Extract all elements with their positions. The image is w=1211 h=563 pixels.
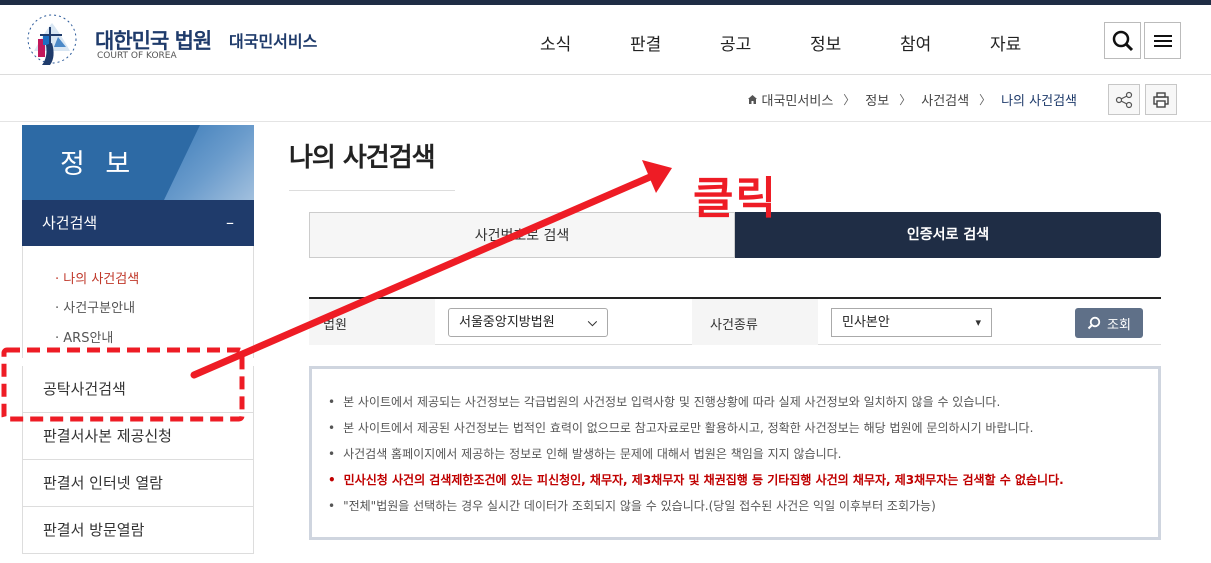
annotation-arrow-icon <box>642 160 672 193</box>
notice-item: • 본 사이트에서 제공되는 사건정보는 각급법원의 사건정보 입력사항 및 진행… <box>328 395 1001 409</box>
click-annotation-label: 클릭 <box>693 173 778 224</box>
submenu-my-case-search[interactable]: · 나의 사건검색 <box>55 268 139 287</box>
sidebar-submenu: · 나의 사건검색 · 사건구분안내 · ARS안내 <box>22 246 254 358</box>
breadcrumb-info[interactable]: 정보 <box>865 90 889 109</box>
chevron-right-icon: 〉 <box>979 93 992 107</box>
court-english-name: COURT OF KOREA <box>97 51 177 61</box>
print-icon <box>1153 91 1169 108</box>
notice-item: • "전체"법원을 선택하는 경우 실시간 데이터가 조회되지 않을 수 있습니다… <box>328 499 936 513</box>
tab-certificate-search[interactable]: 인증서로 검색 <box>735 212 1161 258</box>
inquiry-button[interactable]: 조회 <box>1075 308 1143 338</box>
notice-item: • 사건검색 홈페이지에서 제공하는 정보로 인해 발생하는 문제에 대해서 법원… <box>328 447 842 461</box>
submenu-ars-guide[interactable]: · ARS안내 <box>55 327 113 346</box>
nav-participation[interactable]: 참여 <box>900 30 931 55</box>
sidebar-item-judgment-online-view[interactable]: 판결서 인터넷 열람 <box>22 460 254 507</box>
notice-item: • 본 사이트에서 제공된 사건정보는 법적인 효력이 없으므로 참고자료로만 활… <box>328 421 1034 435</box>
court-label: 법원 <box>323 318 347 333</box>
annotation-arrow-shaft <box>190 173 654 379</box>
breadcrumb-service[interactable]: 대국민서비스 <box>762 90 834 109</box>
location-bar: 대국민서비스 〉 정보 〉 사건검색 〉 나의 사건검색 <box>0 76 1211 122</box>
page-title: 나의 사건검색 <box>289 143 436 173</box>
service-name[interactable]: 대국민서비스 <box>229 28 317 52</box>
tab-case-number-search[interactable]: 사건번호로 검색 <box>309 212 735 258</box>
share-button[interactable] <box>1108 84 1140 115</box>
sidebar-header-decoration <box>164 125 254 200</box>
search-form: 법원 서울중앙지방법원 ⌵ 사건종류 민사본안 ▾ 조회 <box>309 297 1161 345</box>
court-select-value: 서울중앙지방법원 <box>459 315 555 330</box>
sidebar-header: 정 보 <box>22 125 254 200</box>
print-button[interactable] <box>1145 84 1177 115</box>
case-type-label: 사건종류 <box>710 318 758 333</box>
search-button[interactable] <box>1104 22 1141 59</box>
sidebar-item-judgment-copy-request[interactable]: 판결서사본 제공신청 <box>22 413 254 460</box>
search-icon <box>1087 316 1101 330</box>
case-type-select[interactable]: 민사본안 ▾ <box>831 308 992 337</box>
title-underline <box>289 190 455 191</box>
nav-resources[interactable]: 자료 <box>990 30 1021 55</box>
dropdown-arrow-icon: ▾ <box>975 316 981 329</box>
inquiry-button-label: 조회 <box>1107 317 1131 333</box>
court-select[interactable]: 서울중앙지방법원 ⌵ <box>448 308 608 337</box>
chevron-right-icon: 〉 <box>899 93 912 107</box>
breadcrumb-current[interactable]: 나의 사건검색 <box>1001 90 1077 109</box>
case-type-select-value: 민사본안 <box>842 315 890 330</box>
breadcrumb: 대국민서비스 〉 정보 〉 사건검색 〉 나의 사건검색 <box>747 90 1077 109</box>
nav-info[interactable]: 정보 <box>810 30 841 55</box>
site-header: 대한민국 법원 COURT OF KOREA 대국민서비스 소식 판결 공고 정… <box>0 5 1211 75</box>
sidebar-item-judgment-visit-view[interactable]: 판결서 방문열람 <box>22 507 254 554</box>
menu-button[interactable] <box>1144 22 1181 59</box>
sidebar-item-deposit-case-search[interactable]: 공탁사건검색 <box>22 366 254 413</box>
share-icon <box>1115 91 1133 108</box>
sidebar-item-case-search[interactable]: 사건검색 – <box>22 200 254 246</box>
court-emblem-icon[interactable] <box>22 13 82 69</box>
nav-news[interactable]: 소식 <box>540 30 571 55</box>
sidebar-item-label: 사건검색 <box>42 214 98 232</box>
breadcrumb-case-search[interactable]: 사건검색 <box>921 90 969 109</box>
chevron-down-icon: ⌵ <box>587 315 597 329</box>
sidebar-title: 정 보 <box>60 149 137 180</box>
home-icon[interactable] <box>747 94 758 105</box>
nav-notice[interactable]: 공고 <box>720 30 751 55</box>
collapse-icon[interactable]: – <box>226 200 234 246</box>
nav-judgment[interactable]: 판결 <box>630 30 661 55</box>
hamburger-icon <box>1153 34 1172 47</box>
submenu-case-type-guide[interactable]: · 사건구분안내 <box>55 297 135 316</box>
notice-item-warning: • 민사신청 사건의 검색제한조건에 있는 피신청인, 채무자, 제3채무자 및 … <box>328 473 1064 487</box>
notice-box: • 본 사이트에서 제공되는 사건정보는 각급법원의 사건정보 입력사항 및 진행… <box>309 366 1161 540</box>
search-icon <box>1112 30 1133 51</box>
chevron-right-icon: 〉 <box>843 93 856 107</box>
